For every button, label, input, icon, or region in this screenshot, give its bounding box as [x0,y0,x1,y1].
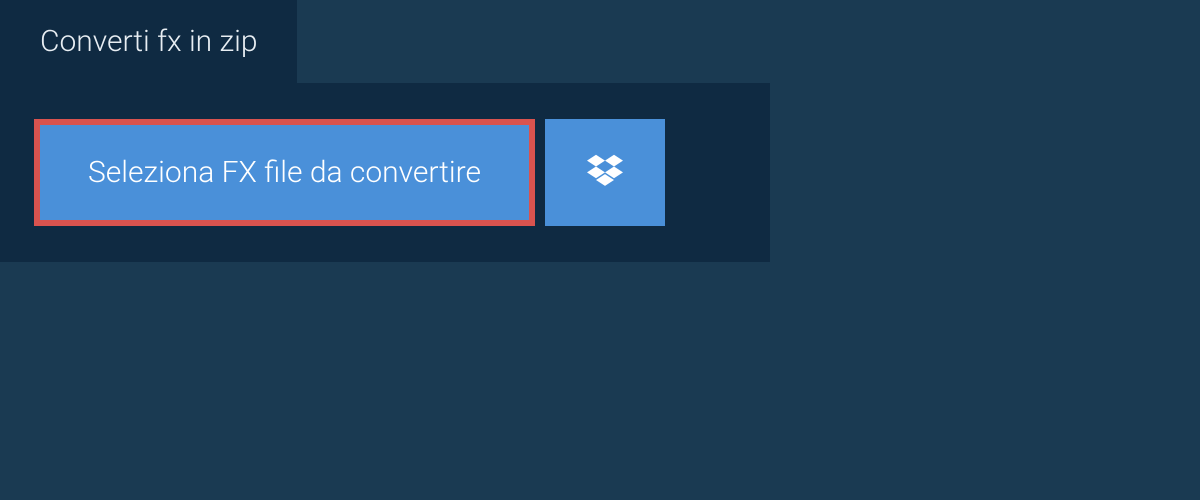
button-row: Seleziona FX file da convertire [34,119,736,226]
dropbox-button[interactable] [545,119,665,226]
tab-bar: Converti fx in zip [0,0,1200,83]
content-panel: Seleziona FX file da convertire [0,83,770,262]
dropbox-icon [587,154,623,192]
select-file-button[interactable]: Seleziona FX file da convertire [34,119,535,226]
select-file-label: Seleziona FX file da convertire [88,155,481,190]
tab-label: Converti fx in zip [40,24,257,59]
tab-convert[interactable]: Converti fx in zip [0,0,297,83]
